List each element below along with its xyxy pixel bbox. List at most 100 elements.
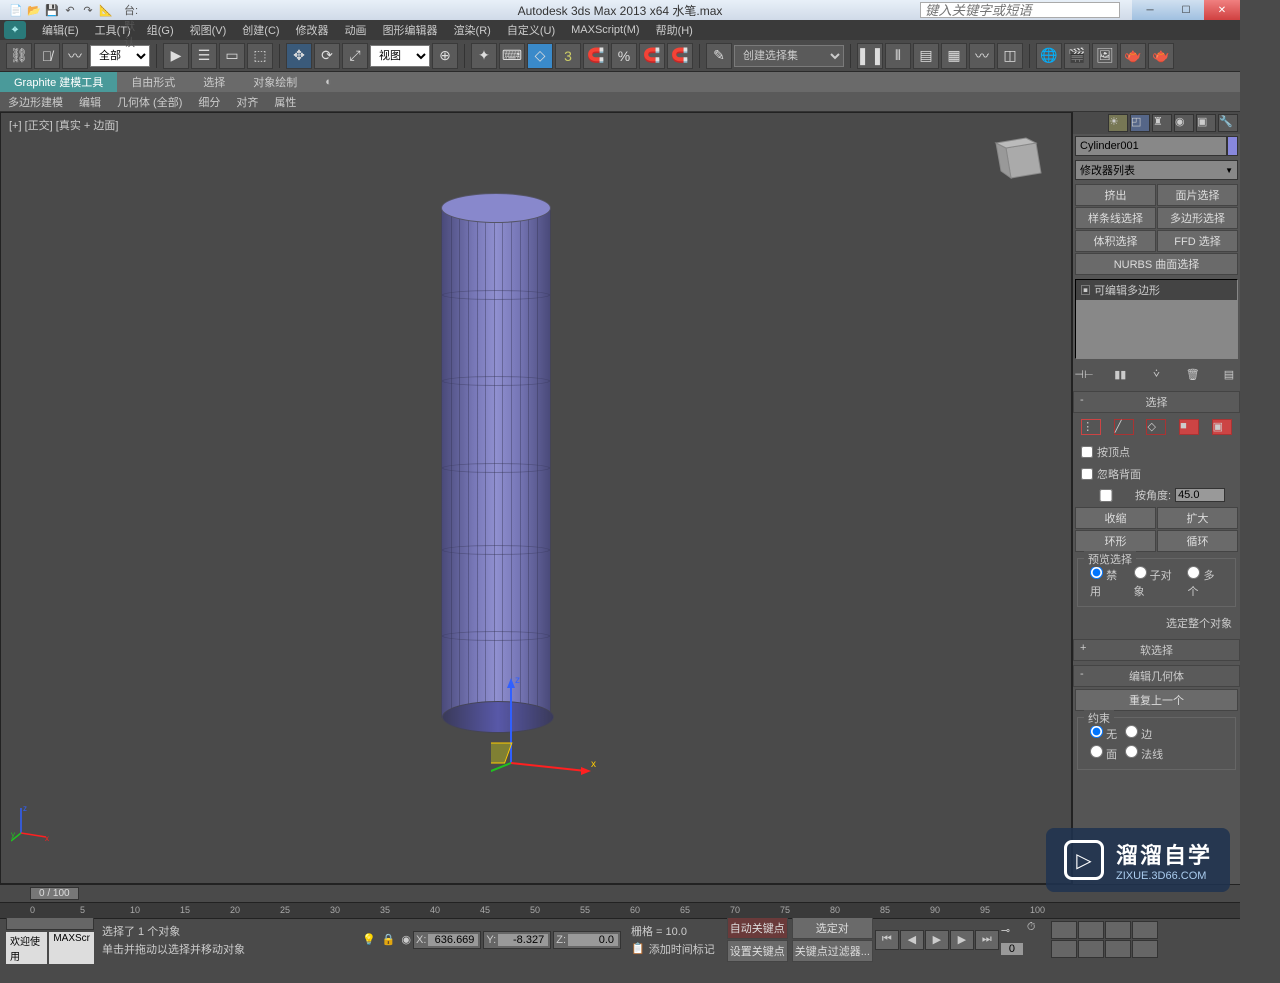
angle-snap-icon[interactable]: 3 bbox=[555, 43, 581, 69]
preset-ffd[interactable]: FFD 选择 bbox=[1157, 230, 1238, 252]
menu-rendering[interactable]: 渲染(R) bbox=[446, 20, 499, 40]
window-crossing-icon[interactable]: ⬚ bbox=[247, 43, 273, 69]
close-button[interactable]: ✕ bbox=[1204, 0, 1240, 20]
utilities-tab-icon[interactable]: 🔧 bbox=[1218, 114, 1238, 132]
pivot-center-icon[interactable]: ⊕ bbox=[432, 43, 458, 69]
zoom-icon[interactable] bbox=[1051, 921, 1077, 939]
current-frame[interactable]: 0 bbox=[1001, 943, 1023, 955]
select-link-icon[interactable]: ⛓ bbox=[6, 43, 32, 69]
preset-spline[interactable]: 样条线选择 bbox=[1075, 207, 1156, 229]
subtab-props[interactable]: 属性 bbox=[266, 92, 304, 112]
prev-frame-icon[interactable]: ◀ bbox=[900, 930, 924, 950]
time-slider-thumb[interactable]: 0 / 100 bbox=[30, 887, 79, 900]
new-icon[interactable]: 📄 bbox=[8, 2, 24, 18]
isolate-icon[interactable]: ◉ bbox=[401, 933, 411, 946]
display-tab-icon[interactable]: ▣ bbox=[1196, 114, 1216, 132]
menu-modifiers[interactable]: 修改器 bbox=[288, 20, 337, 40]
mirror-icon[interactable]: ▌▐ bbox=[857, 43, 883, 69]
preset-extrude[interactable]: 挤出 bbox=[1075, 184, 1156, 206]
lock-icon[interactable]: 🔒 bbox=[382, 933, 396, 946]
keyboard-shortcut-icon[interactable]: ⌨ bbox=[499, 43, 525, 69]
lightbulb-icon[interactable]: 💡 bbox=[362, 933, 376, 946]
scale-icon[interactable]: ⤢ bbox=[342, 43, 368, 69]
zoom-all-icon[interactable] bbox=[1078, 921, 1104, 939]
border-level-icon[interactable]: ◇ bbox=[1146, 419, 1166, 435]
rollout-editgeom[interactable]: -编辑几何体 bbox=[1073, 665, 1240, 687]
modifier-list-dropdown[interactable]: 修改器列表 bbox=[1075, 160, 1238, 180]
radio-multi[interactable] bbox=[1187, 566, 1200, 579]
select-region-rect-icon[interactable]: ▭ bbox=[219, 43, 245, 69]
modify-tab-icon[interactable]: ◰ bbox=[1130, 114, 1150, 132]
menu-customize[interactable]: 自定义(U) bbox=[499, 20, 563, 40]
max-toggle-icon[interactable] bbox=[1132, 940, 1158, 958]
next-frame-icon[interactable]: ▶ bbox=[950, 930, 974, 950]
layer-manager-icon[interactable]: ▤ bbox=[913, 43, 939, 69]
ribbon-tab-graphite[interactable]: Graphite 建模工具 bbox=[0, 72, 117, 92]
vertex-level-icon[interactable]: ⋮ bbox=[1081, 419, 1101, 435]
pan-icon[interactable] bbox=[1078, 940, 1104, 958]
rollout-softsel[interactable]: +软选择 bbox=[1073, 639, 1240, 661]
menu-group[interactable]: 组(G) bbox=[139, 20, 182, 40]
workspace-dropdown[interactable]: 工作台: 默认 bbox=[124, 2, 140, 18]
ignore-back-checkbox[interactable] bbox=[1081, 468, 1093, 480]
material-editor-icon[interactable]: 🌐 bbox=[1036, 43, 1062, 69]
move-gizmo[interactable]: z x y bbox=[491, 663, 611, 786]
snap-toggle-icon[interactable]: ◇ bbox=[527, 43, 553, 69]
menu-maxscript[interactable]: MAXScript(M) bbox=[563, 22, 647, 38]
unlink-icon[interactable]: ⛓̸ bbox=[34, 43, 60, 69]
render-iterative-icon[interactable]: 🫖 bbox=[1148, 43, 1174, 69]
constraint-normal[interactable] bbox=[1125, 745, 1138, 758]
loop-button[interactable]: 循环 bbox=[1157, 530, 1238, 552]
preset-patch[interactable]: 面片选择 bbox=[1157, 184, 1238, 206]
ribbon-tab-paint[interactable]: 对象绘制 bbox=[239, 72, 311, 92]
maximize-button[interactable]: ☐ bbox=[1168, 0, 1204, 20]
search-input[interactable] bbox=[920, 2, 1120, 18]
zoom-extents-icon[interactable] bbox=[1105, 921, 1131, 939]
selection-filter-dropdown[interactable]: 全部 bbox=[90, 45, 150, 67]
repeat-last-button[interactable]: 重复上一个 bbox=[1075, 689, 1238, 711]
render-production-icon[interactable]: 🫖 bbox=[1120, 43, 1146, 69]
rollout-selection[interactable]: -选择 bbox=[1073, 391, 1240, 413]
play-icon[interactable]: ▶ bbox=[925, 930, 949, 950]
element-level-icon[interactable]: ▣ bbox=[1212, 419, 1232, 435]
save-icon[interactable]: 💾 bbox=[44, 2, 60, 18]
move-icon[interactable]: ✥ bbox=[286, 43, 312, 69]
constraint-none[interactable] bbox=[1090, 725, 1103, 738]
radio-subobj[interactable] bbox=[1134, 566, 1147, 579]
orbit-icon[interactable] bbox=[1105, 940, 1131, 958]
goto-end-icon[interactable]: ⏭ bbox=[975, 930, 999, 950]
undo-icon[interactable]: ↶ bbox=[62, 2, 78, 18]
configure-icon[interactable]: ▤ bbox=[1220, 365, 1238, 383]
curve-editor-icon[interactable]: 〰 bbox=[969, 43, 995, 69]
fov-icon[interactable] bbox=[1051, 940, 1077, 958]
subtab-edit[interactable]: 编辑 bbox=[71, 92, 109, 112]
viewport[interactable]: [+] [正交] [真实 + 边面] z bbox=[0, 112, 1072, 884]
rotate-icon[interactable]: ⟳ bbox=[314, 43, 340, 69]
project-icon[interactable]: 📐 bbox=[98, 2, 114, 18]
welcome-button[interactable]: 欢迎使用 bbox=[6, 932, 47, 964]
goto-start-icon[interactable]: ⏮ bbox=[875, 930, 899, 950]
create-tab-icon[interactable]: ☀ bbox=[1108, 114, 1128, 132]
pin-stack-icon[interactable]: ⊣⊢ bbox=[1075, 365, 1093, 383]
constraint-face[interactable] bbox=[1090, 745, 1103, 758]
timetag-icon[interactable]: 📋 bbox=[631, 942, 645, 955]
graphite-toggle-icon[interactable]: ▦ bbox=[941, 43, 967, 69]
snap-4-icon[interactable]: 🧲 bbox=[639, 43, 665, 69]
snap-5-icon[interactable]: 🧲 bbox=[667, 43, 693, 69]
x-coord[interactable]: 636.669 bbox=[428, 934, 478, 946]
render-setup-icon[interactable]: 🎬 bbox=[1064, 43, 1090, 69]
shrink-button[interactable]: 收缩 bbox=[1075, 507, 1156, 529]
keyfilter-button[interactable]: 关键点过滤器... bbox=[792, 940, 873, 962]
preset-volume[interactable]: 体积选择 bbox=[1075, 230, 1156, 252]
ribbon-tab-selection[interactable]: 选择 bbox=[189, 72, 239, 92]
ribbon-tab-freeform[interactable]: 自由形式 bbox=[117, 72, 189, 92]
angle-spinner[interactable] bbox=[1175, 488, 1225, 502]
by-vertex-checkbox[interactable] bbox=[1081, 446, 1093, 458]
named-selection-dropdown[interactable]: 创建选择集 bbox=[734, 45, 844, 67]
ring-button[interactable]: 环形 bbox=[1075, 530, 1156, 552]
cylinder-object[interactable] bbox=[441, 193, 551, 718]
grow-button[interactable]: 扩大 bbox=[1157, 507, 1238, 529]
minimize-button[interactable]: ─ bbox=[1132, 0, 1168, 20]
preset-poly[interactable]: 多边形选择 bbox=[1157, 207, 1238, 229]
schematic-view-icon[interactable]: ◫ bbox=[997, 43, 1023, 69]
